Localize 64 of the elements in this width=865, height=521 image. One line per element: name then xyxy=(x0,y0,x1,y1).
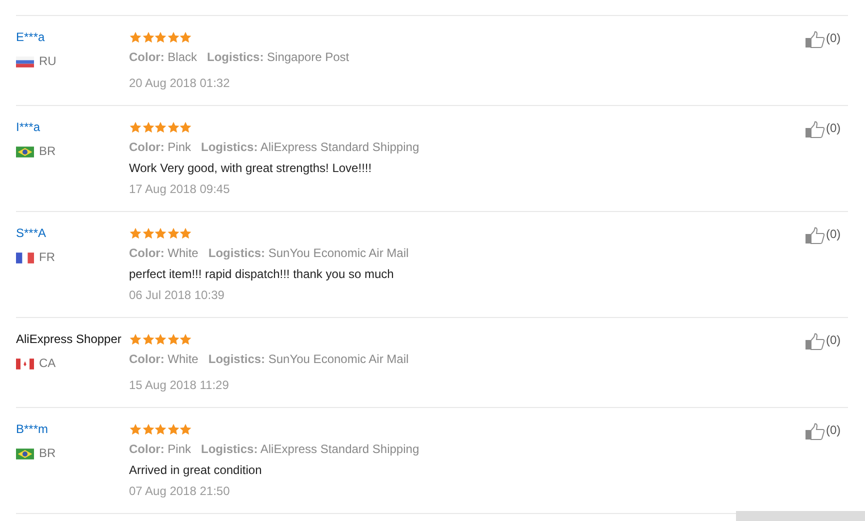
reviewer-name-link[interactable]: E***a xyxy=(16,30,45,45)
scrollbar[interactable] xyxy=(736,511,865,521)
review-date: 07 Aug 2018 21:50 xyxy=(129,484,230,499)
country-code: BR xyxy=(39,144,56,159)
star-icon xyxy=(179,121,192,134)
review-text: Work Very good, with great strengths! Love!!!! xyxy=(129,161,373,176)
star-icon xyxy=(179,423,192,436)
like-count: (0) xyxy=(826,31,841,46)
star-icon xyxy=(166,227,180,240)
star-icon xyxy=(154,121,167,134)
country-code: FR xyxy=(39,250,55,265)
star-icon xyxy=(179,333,192,346)
color-info: Color: Pink xyxy=(129,442,192,457)
star-icon xyxy=(142,227,154,240)
star-icon xyxy=(142,423,154,436)
star-icon xyxy=(129,121,142,134)
country-code: CA xyxy=(39,356,56,371)
review-text: Arrived in great condition xyxy=(129,463,263,478)
like-count: (0) xyxy=(826,121,841,136)
country-code: RU xyxy=(39,54,56,69)
star-icon xyxy=(154,31,167,44)
logistics-info: Logistics: Singapore Post xyxy=(207,50,350,65)
reviewer-name: AliExpress Shopper xyxy=(16,332,122,347)
star-icon xyxy=(129,423,142,436)
logistics-info: Logistics: SunYou Economic Air Mail xyxy=(208,246,409,261)
star-icon xyxy=(129,31,142,44)
star-icon xyxy=(154,333,167,346)
star-icon xyxy=(154,227,167,240)
reviewer-name-link[interactable]: S***A xyxy=(16,226,46,241)
star-icon xyxy=(129,333,142,346)
color-info: Color: White xyxy=(129,246,198,261)
star-icon xyxy=(142,31,154,44)
like-count: (0) xyxy=(826,227,841,242)
color-info: Color: White xyxy=(129,352,198,367)
review-text: perfect item!!! rapid dispatch!!! thank you so much xyxy=(129,267,395,282)
thumbs-up-icon[interactable] xyxy=(805,333,825,350)
thumbs-up-icon[interactable] xyxy=(805,121,825,138)
star-icon xyxy=(179,31,192,44)
review-date: 17 Aug 2018 09:45 xyxy=(129,182,230,197)
like-count: (0) xyxy=(826,333,841,348)
star-icon xyxy=(166,333,180,346)
logistics-info: Logistics: AliExpress Standard Shipping xyxy=(201,140,420,155)
thumbs-up-icon[interactable] xyxy=(805,227,825,244)
reviewer-name-link[interactable]: I***a xyxy=(16,120,40,135)
review-date: 15 Aug 2018 11:29 xyxy=(129,378,229,393)
reviewer-name-link[interactable]: B***m xyxy=(16,422,48,437)
logistics-info: Logistics: SunYou Economic Air Mail xyxy=(208,352,409,367)
star-icon xyxy=(166,423,180,436)
star-icon xyxy=(166,121,180,134)
like-count: (0) xyxy=(826,423,841,438)
color-info: Color: Black xyxy=(129,50,198,65)
star-icon xyxy=(142,333,154,346)
review-date: 20 Aug 2018 01:32 xyxy=(129,76,230,91)
thumbs-up-icon[interactable] xyxy=(805,31,825,48)
star-icon xyxy=(154,423,167,436)
star-icon xyxy=(166,31,180,44)
country-code: BR xyxy=(39,446,56,461)
review-date: 06 Jul 2018 10:39 xyxy=(129,288,224,303)
thumbs-up-icon[interactable] xyxy=(805,423,825,440)
logistics-info: Logistics: AliExpress Standard Shipping xyxy=(201,442,420,457)
star-icon xyxy=(142,121,154,134)
color-info: Color: Pink xyxy=(129,140,192,155)
star-icon xyxy=(179,227,192,240)
star-icon xyxy=(129,227,142,240)
